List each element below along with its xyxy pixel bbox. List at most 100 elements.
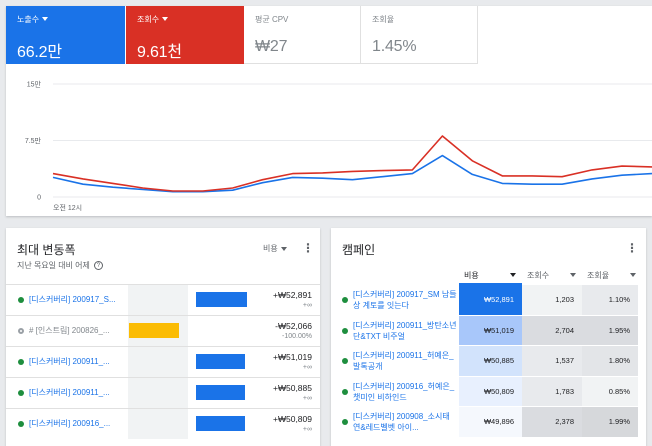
campaign-name-link[interactable]: [디스커버리] 200911_허예은_발톡공개 (353, 350, 457, 372)
campaign-name-link[interactable]: [디스커버리] 200908_소시태연&레드벨벳 아이... (353, 411, 457, 433)
mover-row[interactable]: [디스커버리] 200911_... +₩50,885 +∞ (6, 377, 320, 408)
campaign-name-link[interactable]: [디스커버리] 200911_... (29, 387, 126, 398)
mover-row[interactable]: [디스커버리] 200917_S... +₩52,891 +∞ (6, 284, 320, 315)
card-title: 최대 변동폭 (17, 243, 76, 257)
campaign-name-link[interactable]: [디스커버리] 200916_허예은_챗미인 비하인드 (353, 381, 457, 403)
metric-avg-cpv-value: ₩27 (255, 38, 288, 55)
help-icon[interactable]: ? (93, 261, 103, 270)
biggest-movers-card: 최대 변동폭 지난 목요일 대비 어제 ? 비용 ⋮ [디스커버리] 20091… (6, 228, 320, 446)
change-bar (196, 385, 245, 400)
status-dot-icon (342, 388, 348, 395)
change-amount: +₩51,019 (273, 352, 312, 362)
campaign-name-link[interactable]: [디스커버리] 200911_... (29, 356, 126, 367)
mover-row[interactable]: # [인스트림] 200826_... -₩52,066 -100.00% (6, 315, 320, 346)
metric-view-rate[interactable]: 조회율 1.45% (361, 6, 478, 64)
campaign-row[interactable]: [디스커버리] 200911_허예은_발톡공개 ₩50,885 1,537 1.80% (331, 346, 646, 377)
campaign-name-link[interactable]: [디스커버리] 200917_SM 남들상 계토를 잇는다 (353, 289, 457, 311)
metric-views-value: 9.61천 (137, 44, 182, 61)
change-percent: +∞ (302, 395, 312, 402)
metric-tabs: 노출수 66.2만 조회수 9.61천 평균 CPV ₩27 조회율 1.45% (6, 6, 478, 64)
bar-background (128, 285, 188, 315)
dropdown-caret-icon[interactable] (42, 17, 49, 21)
metric-view-rate-label: 조회율 (372, 15, 395, 24)
cost-cell: ₩50,809 (459, 376, 522, 407)
cost-cell: ₩49,896 (459, 407, 522, 438)
series-line-1 (52, 135, 652, 192)
views-cell: 1,537 (522, 346, 582, 377)
metric-avg-cpv[interactable]: 평균 CPV ₩27 (244, 6, 361, 64)
view-rate-cell: 1.99% (582, 407, 638, 438)
metric-impressions[interactable]: 노출수 66.2만 (6, 6, 125, 64)
status-dot-icon (342, 419, 348, 425)
movers-list: [디스커버리] 200917_S... +₩52,891 +∞ # [인스트림] 20… (6, 284, 320, 439)
change-percent: +∞ (302, 426, 312, 433)
status-dot-icon (18, 328, 24, 334)
view-rate-cell: 1.10% (582, 285, 638, 316)
metric-impressions-value: 66.2만 (17, 44, 62, 61)
change-bar (129, 323, 179, 338)
dropdown-caret-icon[interactable] (162, 17, 169, 21)
subtitle-text: 지난 목요일 대비 어제 (17, 261, 90, 270)
change-amount: +₩50,809 (273, 414, 312, 424)
view-rate-cell: 0.85% (582, 376, 638, 407)
campaign-name-link[interactable]: [디스커버리] 200911_방탄소년단&TXT 비주얼 (353, 320, 457, 342)
status-dot-icon (18, 390, 24, 396)
campaign-name-link[interactable]: # [인스트림] 200826_... (29, 325, 126, 336)
change-amount: +₩52,891 (273, 290, 312, 300)
campaign-row[interactable]: [디스커버리] 200908_소시태연&레드벨벳 아이... ₩49,896 2,3… (331, 407, 646, 438)
status-dot-icon (18, 297, 24, 303)
status-dot-icon (342, 358, 348, 364)
change-bar (196, 354, 245, 369)
status-dot-icon (342, 297, 348, 303)
campaign-name-link[interactable]: [디스커버리] 200917_S... (29, 294, 126, 305)
sort-caret-icon (570, 273, 576, 277)
change-bar (196, 292, 247, 307)
more-options-icon[interactable]: ⋮ (302, 242, 314, 254)
column-header-cost[interactable]: 비용 (459, 265, 522, 285)
change-bar (196, 416, 245, 431)
column-header-view-rate[interactable]: 조회율 (582, 265, 642, 285)
y-tick-label: 7.5만 (25, 136, 42, 145)
status-dot-icon (18, 421, 24, 427)
view-rate-cell: 1.95% (582, 315, 638, 346)
metric-views[interactable]: 조회수 9.61천 (126, 6, 244, 64)
campaign-row[interactable]: [디스커버리] 200916_허예은_챗미인 비하인드 ₩50,809 1,783 0… (331, 376, 646, 407)
metric-views-label[interactable]: 조회수 (137, 14, 244, 26)
views-cell: 2,378 (522, 407, 582, 438)
campaign-row[interactable]: [디스커버리] 200917_SM 남들상 계토를 잇는다 ₩52,891 1,20… (331, 285, 646, 316)
campaign-name-link[interactable]: [디스커버리] 200916_... (29, 418, 126, 429)
change-bar-area (128, 285, 268, 315)
bar-background (128, 378, 188, 408)
campaigns-card: 캠페인 ⋮ 비용 조회수 조회율 [디스커버리] 200917_SM 남들상 계… (331, 228, 646, 446)
mover-row[interactable]: [디스커버리] 200916_... +₩50,809 +∞ (6, 408, 320, 439)
campaign-table-body: [디스커버리] 200917_SM 남들상 계토를 잇는다 ₩52,891 1,20… (331, 285, 646, 438)
line-chart-svg: 15만 7.5만 0 오전 12시 (25, 80, 652, 212)
more-options-icon[interactable]: ⋮ (626, 242, 638, 254)
series-line-0 (52, 154, 652, 193)
change-percent: +∞ (302, 302, 312, 309)
views-cell: 1,203 (522, 285, 582, 316)
campaign-row[interactable]: [디스커버리] 200911_방탄소년단&TXT 비주얼 ₩51,019 2,704… (331, 315, 646, 346)
cost-cell: ₩52,891 (459, 285, 522, 316)
column-header-views[interactable]: 조회수 (522, 265, 582, 285)
status-dot-icon (342, 327, 348, 334)
sort-metric-select[interactable]: 비용 (263, 243, 287, 254)
card-title: 캠페인 (342, 243, 376, 257)
change-bar-area (128, 378, 268, 408)
change-bar-area (128, 409, 268, 439)
bar-background (128, 347, 188, 377)
bar-background (128, 409, 188, 439)
change-bar-area (128, 316, 268, 346)
change-amount: -₩52,066 (275, 321, 312, 331)
y-tick-label: 0 (37, 195, 41, 202)
x-tick-label: 오전 12시 (53, 203, 82, 212)
sort-caret-icon (510, 273, 516, 277)
metric-impressions-label[interactable]: 노출수 (17, 14, 125, 26)
change-percent: -100.00% (282, 333, 312, 340)
sort-caret-icon (630, 273, 636, 277)
mover-row[interactable]: [디스커버리] 200911_... +₩51,019 +∞ (6, 346, 320, 377)
metric-view-rate-value: 1.45% (372, 38, 417, 55)
sort-metric-label: 비용 (263, 244, 278, 253)
cost-cell: ₩50,885 (459, 346, 522, 377)
change-amount: +₩50,885 (273, 383, 312, 393)
